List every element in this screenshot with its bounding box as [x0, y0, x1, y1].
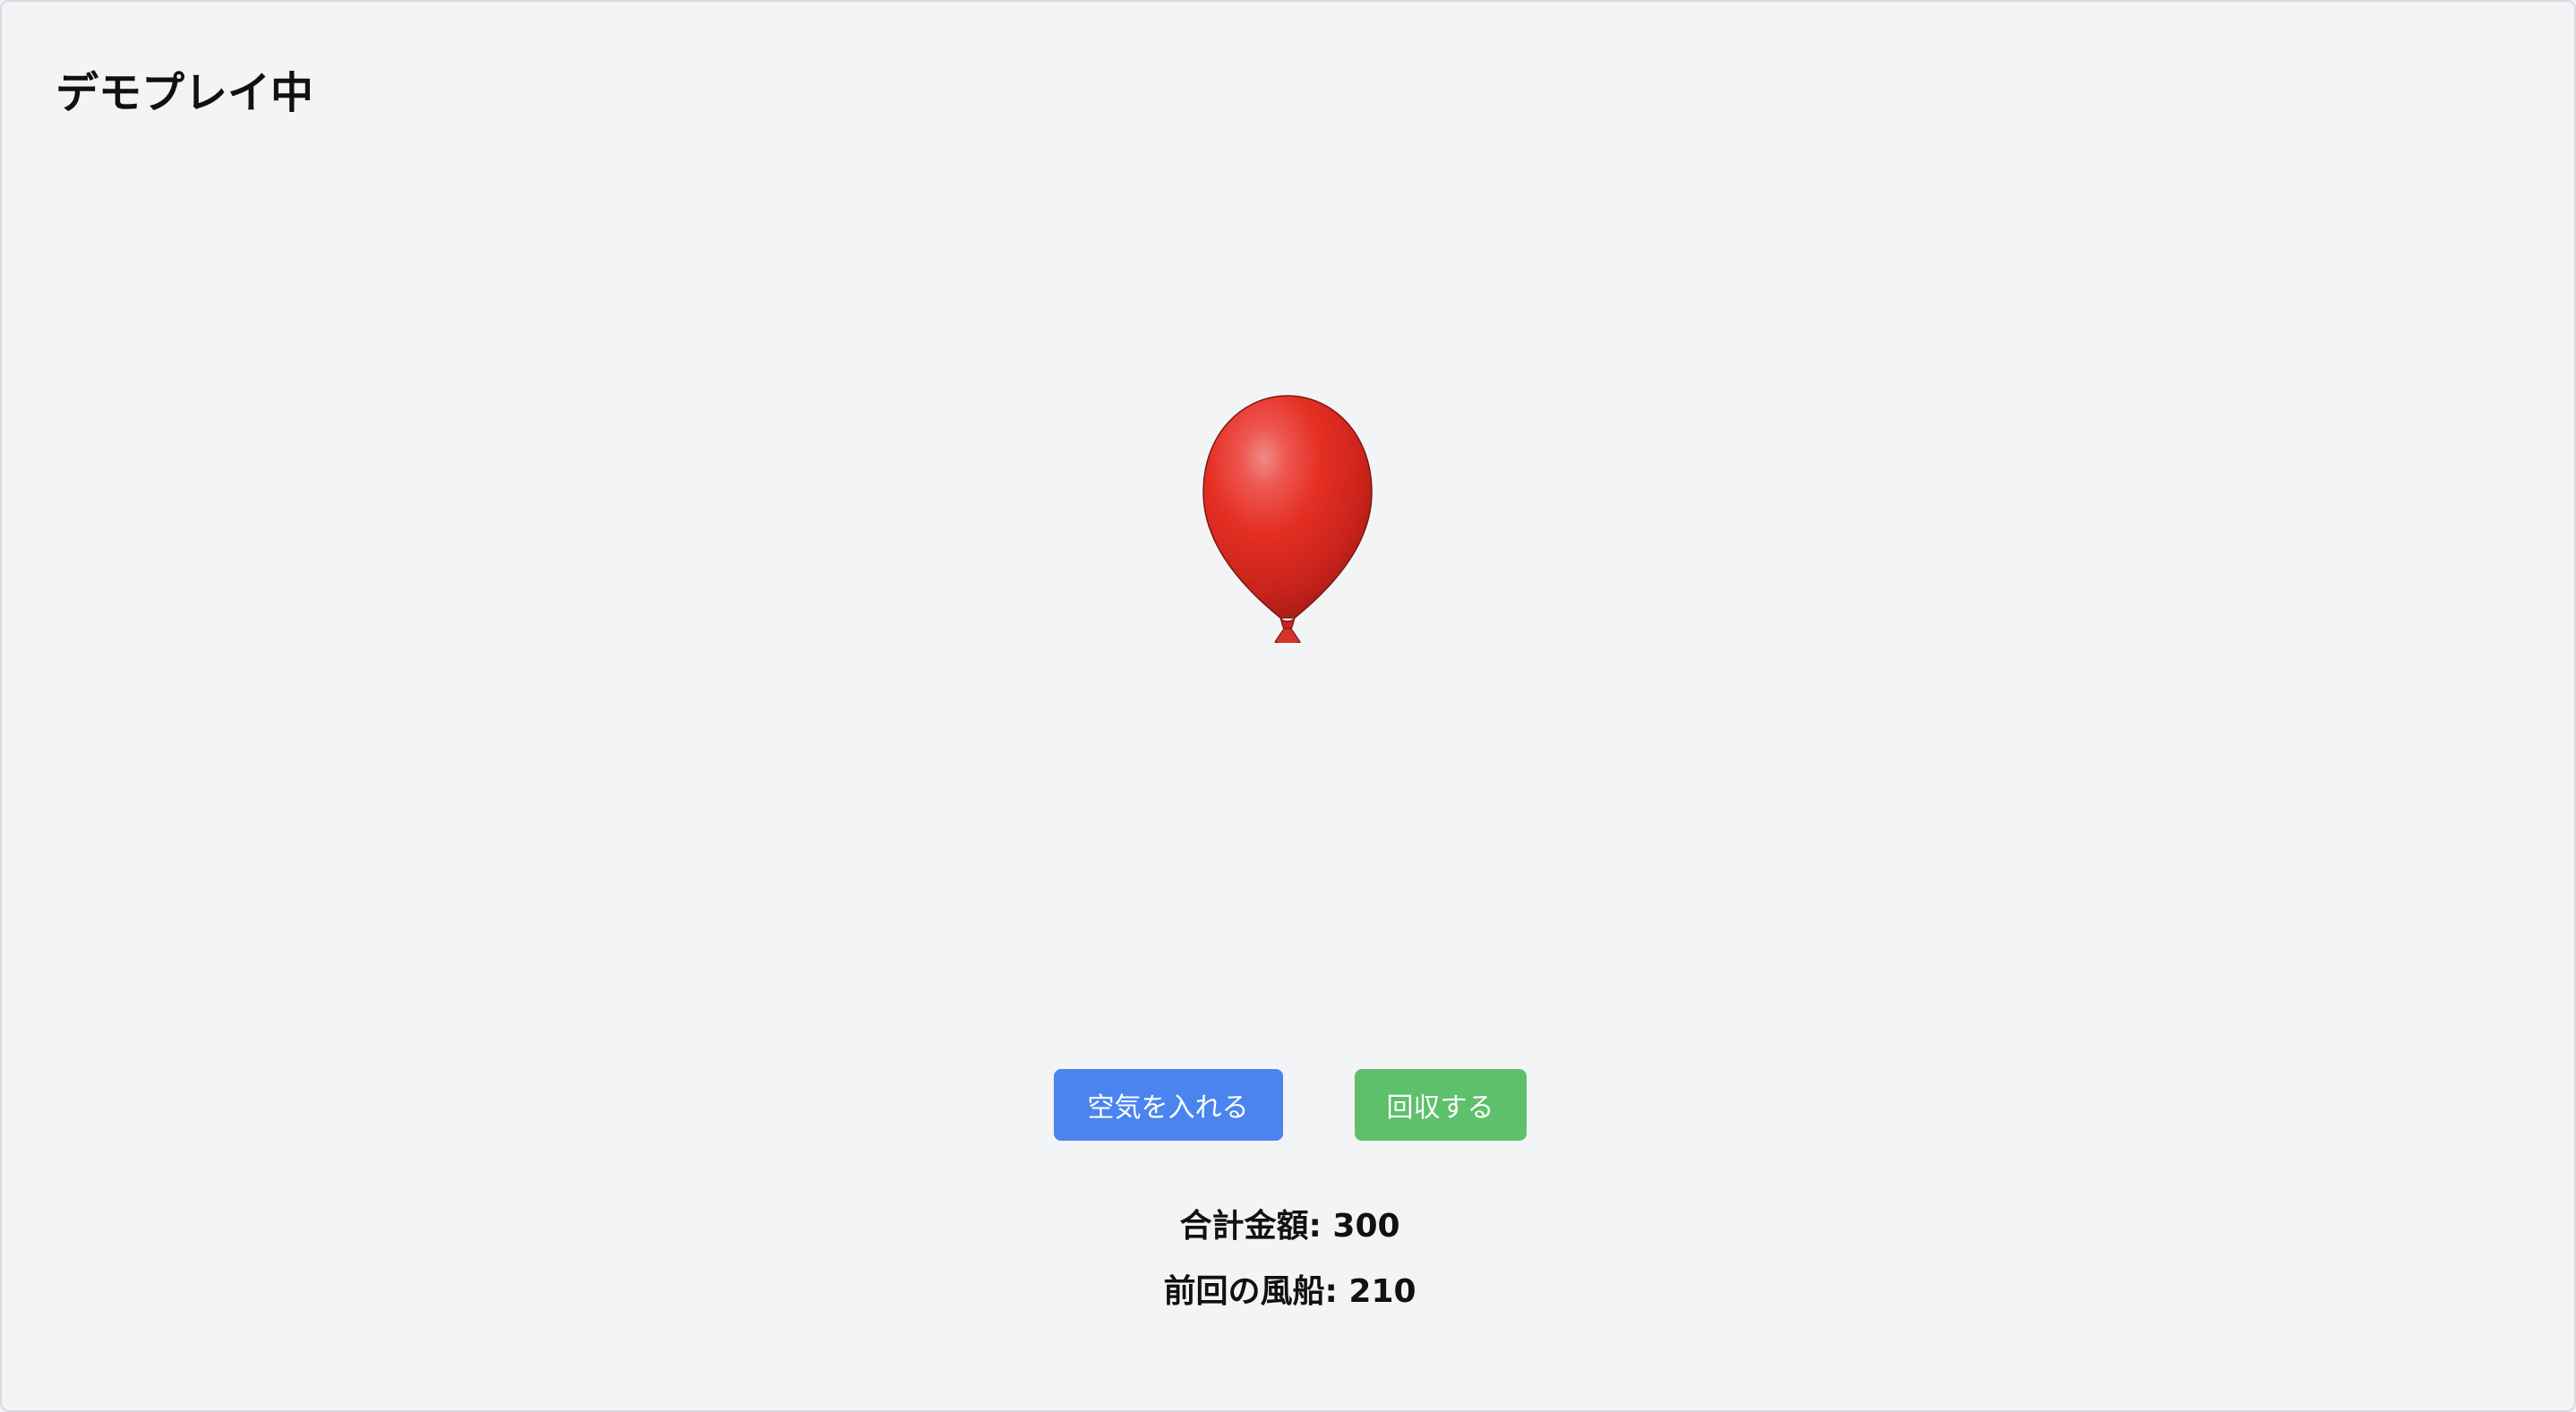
controls: 空気を入れる 回収する	[2, 1069, 2576, 1141]
balloon-icon	[1202, 395, 1373, 643]
last-balloon-label: 前回の風船:	[1163, 1273, 1349, 1310]
last-balloon-value: 210	[1348, 1273, 1416, 1310]
collect-button[interactable]: 回収する	[1354, 1069, 1527, 1141]
pump-button[interactable]: 空気を入れる	[1053, 1069, 1283, 1141]
total-amount-label: 合計金額:	[1179, 1208, 1333, 1245]
game-screen: デモプレイ中 空気を入れる 回収する 合計金額: 300 前回の風船: 210	[0, 0, 2576, 1412]
page-title: デモプレイ中	[56, 68, 314, 118]
total-amount: 合計金額: 300	[2, 1200, 2576, 1246]
balloon	[1198, 392, 1377, 643]
last-balloon: 前回の風船: 210	[2, 1265, 2576, 1312]
total-amount-value: 300	[1332, 1208, 1400, 1245]
